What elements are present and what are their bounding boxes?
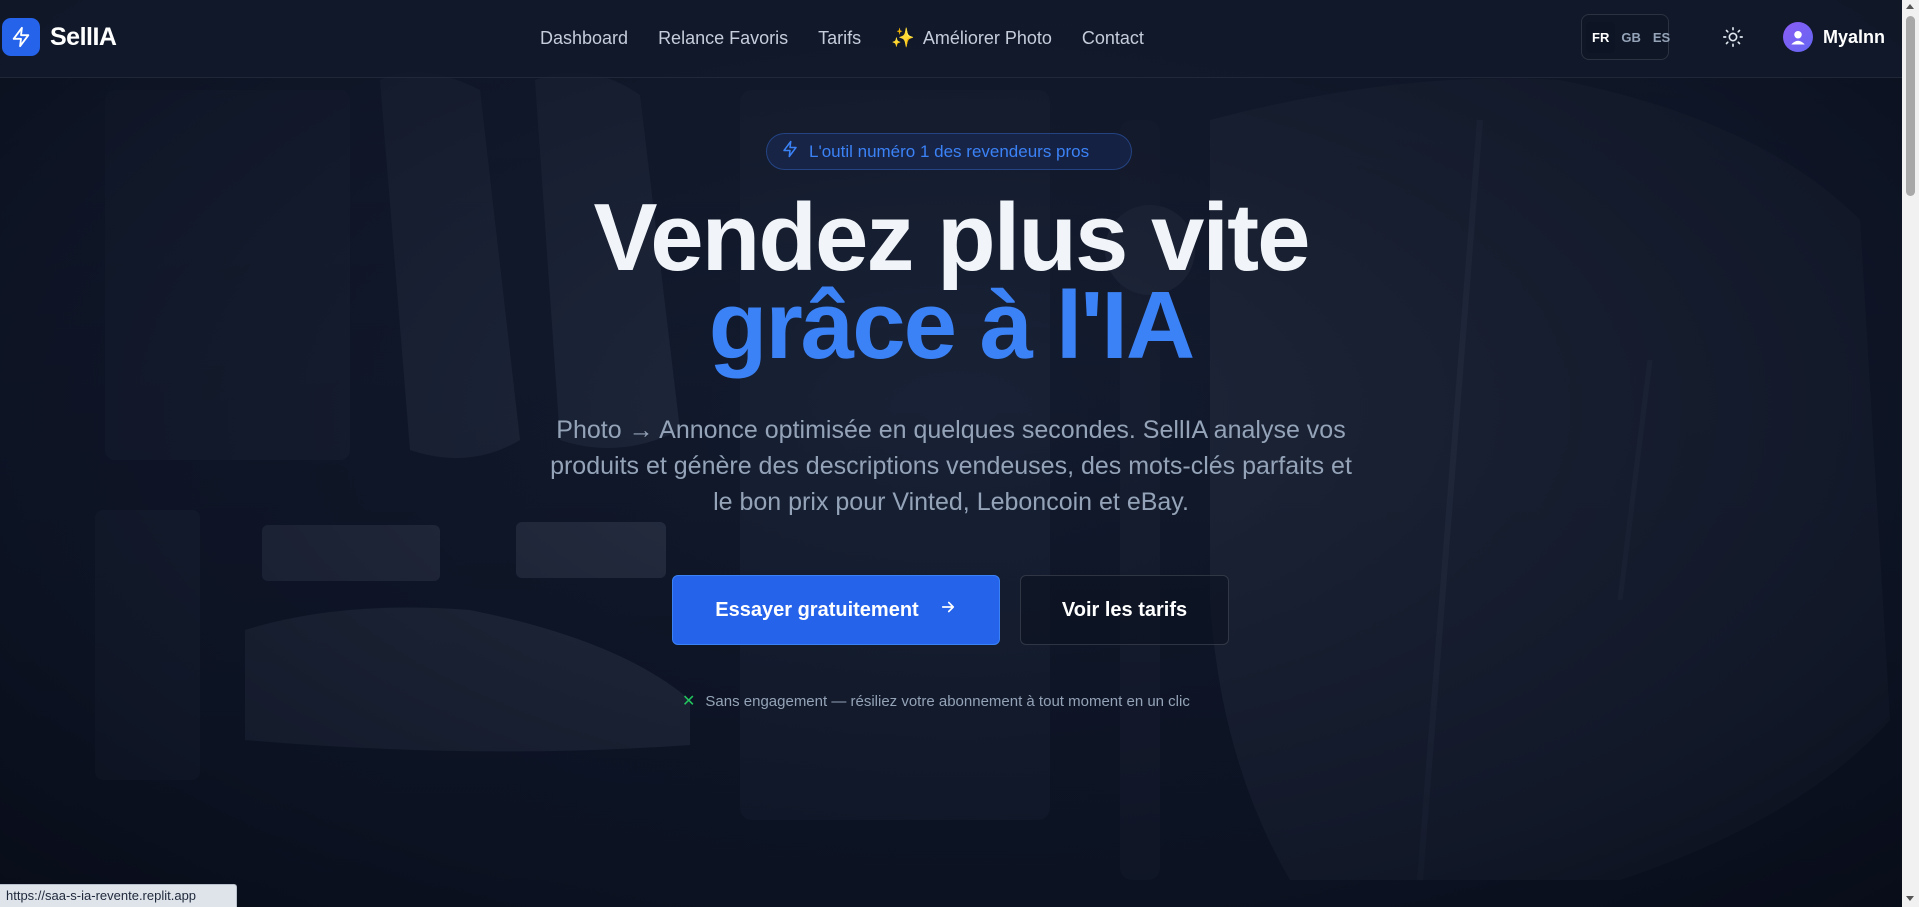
user-menu[interactable]: Myalnn (1783, 22, 1885, 52)
hero-subtitle: Photo → Annonce optimisée en quelques se… (550, 416, 1352, 516)
brand-name: SellIA (50, 22, 117, 51)
no-commitment-text: Sans engagement — résiliez votre abonnem… (705, 692, 1190, 710)
check-icon: ✕ (682, 693, 696, 710)
page-scrollbar[interactable] (1902, 0, 1919, 907)
lang-gb-button[interactable]: GB (1615, 22, 1647, 53)
try-free-button-label: Essayer gratuitement (715, 598, 919, 621)
nav-ameliorer-photo[interactable]: ✨ Améliorer Photo (891, 26, 1052, 50)
user-icon (1783, 22, 1813, 52)
sun-icon[interactable] (1722, 26, 1746, 50)
nav-dashboard[interactable]: Dashboard (540, 26, 628, 50)
user-name: Myalnn (1823, 26, 1886, 47)
see-pricing-button[interactable]: Voir les tarifs (1020, 575, 1229, 645)
lightning-icon (781, 140, 799, 163)
lang-es-button[interactable]: ES (1647, 22, 1676, 53)
scroll-up-icon[interactable] (1906, 4, 1914, 9)
arrow-right-icon (939, 598, 957, 622)
landing-page: SellIA Dashboard Relance Favoris Tarifs … (0, 0, 1919, 907)
top-navbar: SellIA Dashboard Relance Favoris Tarifs … (0, 0, 1902, 78)
sparkles-icon: ✨ (891, 28, 915, 49)
nav-tarifs[interactable]: Tarifs (818, 26, 861, 50)
lightning-icon (2, 18, 40, 56)
hero-badge: L'outil numéro 1 des revendeurs pros (766, 133, 1132, 170)
status-bar-url: https://saa-s-ia-revente.replit.app (0, 884, 237, 907)
nav-ameliorer-photo-label: Améliorer Photo (922, 27, 1052, 48)
main-nav: Dashboard Relance Favoris Tarifs ✨ Améli… (540, 26, 1144, 50)
no-commitment-note: ✕ Sans engagement — résiliez votre abonn… (682, 691, 1190, 711)
nav-contact[interactable]: Contact (1082, 26, 1144, 50)
hero-badge-text: L'outil numéro 1 des revendeurs pros (809, 141, 1090, 161)
scroll-down-icon[interactable] (1906, 896, 1914, 901)
nav-relance-favoris[interactable]: Relance Favoris (658, 26, 788, 50)
lang-fr-button[interactable]: FR (1586, 21, 1616, 53)
brand-home-link[interactable]: SellIA (2, 18, 117, 56)
hero-title-line2: grâce à l'IA (708, 272, 1195, 379)
language-switcher: FR GB ES (1581, 14, 1670, 60)
scrollbar-thumb[interactable] (1906, 16, 1915, 196)
try-free-button[interactable]: Essayer gratuitement (672, 575, 1000, 645)
